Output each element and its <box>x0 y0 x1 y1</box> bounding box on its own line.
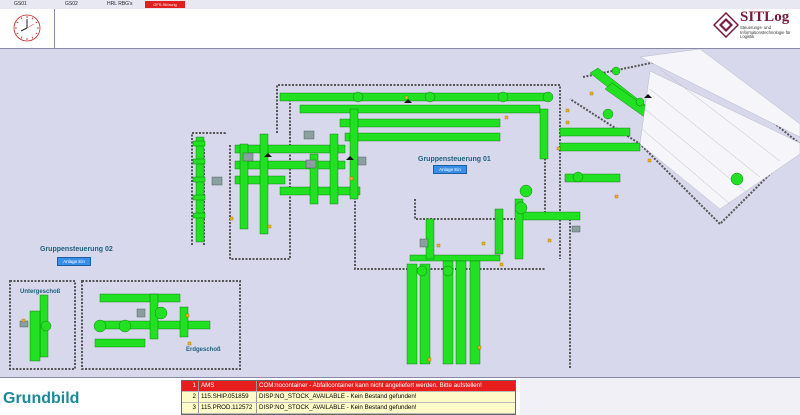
plant-overview: Gruppensteuerung 01 Anlage Ein Gruppenst… <box>0 49 800 376</box>
tab-hrl-rbg[interactable]: HRL RBG's <box>107 0 133 9</box>
clock <box>0 9 55 48</box>
basement-label: Untergeschoß <box>20 289 61 295</box>
clock-icon <box>13 14 41 42</box>
footer: Grundbild 1 AMS COM:nocontainer - Abfall… <box>0 377 800 415</box>
footer-right-panel <box>520 378 800 415</box>
logo-name: SITLog <box>740 9 790 25</box>
message-row[interactable]: 1 AMS COM:nocontainer - Abfallcontainer … <box>182 381 515 392</box>
message-row[interactable]: 2 115.SHIP.051859 DISP:NO_STOCK_AVAILABL… <box>182 392 515 403</box>
alarm-indicator[interactable]: GFS-Störung <box>145 1 185 8</box>
sitlog-logo: SITLog Steuerungs- und Informationstechn… <box>712 9 798 46</box>
message-row[interactable]: 3 115.PROD.112572 DISP:NO_STOCK_AVAILABL… <box>182 403 515 414</box>
ground-floor-label: Erdgeschoß <box>186 347 221 353</box>
logo-icon <box>713 12 739 38</box>
group2-label: Gruppensteuerung 02 <box>40 246 113 253</box>
group2-start-button[interactable]: Anlage Ein <box>57 257 91 266</box>
conveyor-layout <box>9 49 800 370</box>
group1-start-button[interactable]: Anlage Ein <box>433 165 467 174</box>
group1-label: Gruppensteuerung 01 <box>418 156 491 163</box>
message-list: 1 AMS COM:nocontainer - Abfallcontainer … <box>181 380 516 415</box>
tab-gs02[interactable]: GS02 <box>65 0 78 9</box>
tab-gs01[interactable]: GS01 <box>14 0 27 9</box>
logo-subtitle: Steuerungs- und Informationstechnologie … <box>740 25 791 40</box>
page-title: Grundbild <box>3 390 80 407</box>
header: SITLog Steuerungs- und Informationstechn… <box>0 9 800 49</box>
